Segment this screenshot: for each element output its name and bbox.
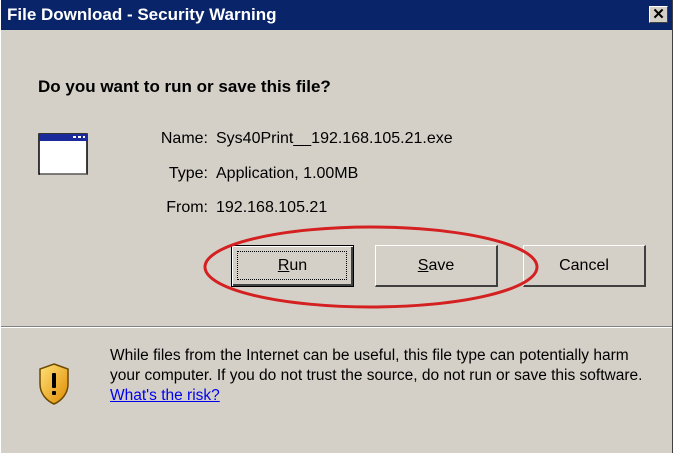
highlight-ellipse: [203, 225, 539, 309]
security-shield-icon: [39, 363, 69, 405]
question-heading: Do you want to run or save this file?: [38, 77, 331, 96]
title-bar[interactable]: File Download - Security Warning ✕: [1, 0, 672, 30]
file-download-dialog: File Download - Security Warning ✕ Do yo…: [0, 0, 673, 453]
from-value: 192.168.105.21: [216, 199, 328, 216]
name-value: Sys40Print__192.168.105.21.exe: [216, 130, 453, 147]
name-label: Name:: [160, 130, 208, 147]
separator-highlight: [1, 327, 672, 328]
security-warning-text: While files from the Internet can be use…: [110, 346, 660, 406]
close-button[interactable]: ✕: [649, 6, 668, 23]
cancel-button[interactable]: Cancel: [523, 245, 646, 287]
warning-body: While files from the Internet can be use…: [110, 347, 643, 384]
close-icon: ✕: [652, 6, 665, 23]
from-label: From:: [166, 199, 208, 216]
type-value: Application, 1.00MB: [216, 165, 359, 182]
application-window-icon: [38, 133, 88, 175]
cancel-label: Cancel: [559, 256, 609, 274]
whats-the-risk-link[interactable]: What's the risk?: [110, 387, 220, 404]
type-label: Type:: [168, 165, 208, 182]
window-title: File Download - Security Warning: [7, 5, 277, 24]
